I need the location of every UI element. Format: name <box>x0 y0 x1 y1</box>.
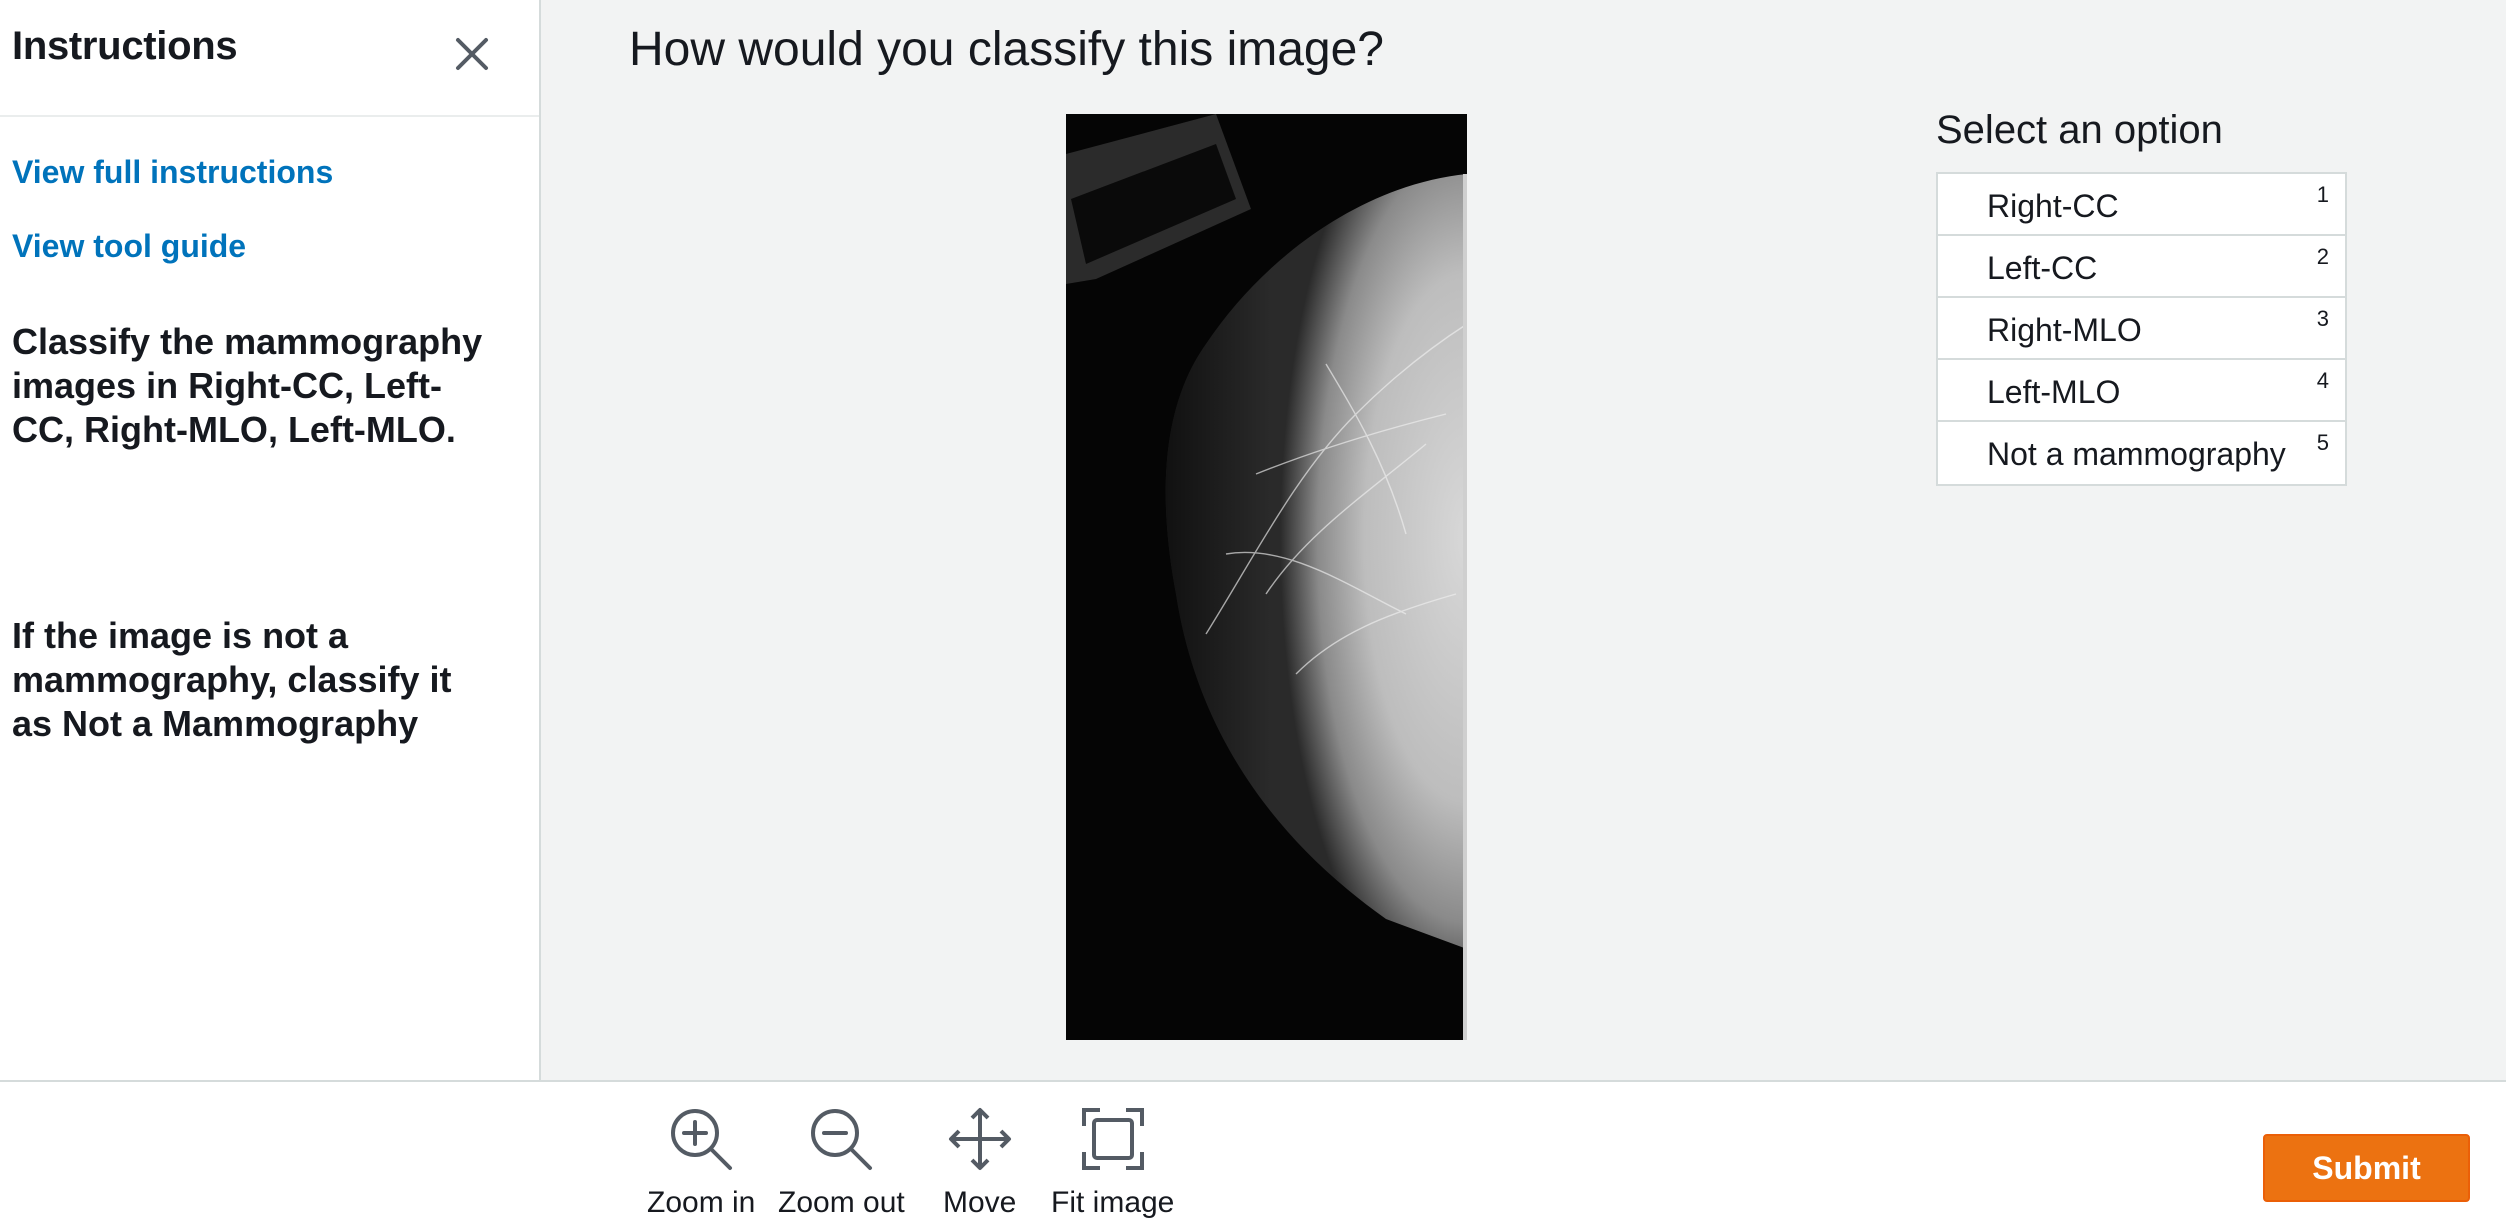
option-right-mlo[interactable]: Right-MLO 3 <box>1938 298 2345 360</box>
fit-image-button[interactable]: Fit image <box>1051 1104 1174 1220</box>
option-label: Right-MLO <box>1987 312 2142 348</box>
option-shortcut: 4 <box>2316 368 2329 393</box>
fit-image-label: Fit image <box>1051 1186 1175 1219</box>
instructions-paragraph: If the image is not a mammography, class… <box>12 615 452 744</box>
move-button[interactable]: Move <box>943 1104 1016 1220</box>
option-shortcut: 2 <box>2316 244 2329 269</box>
option-shortcut: 1 <box>2316 182 2329 207</box>
option-label: Right-CC <box>1987 188 2119 224</box>
option-label: Not a mammography <box>1987 436 2286 472</box>
option-label: Left-MLO <box>1987 374 2121 410</box>
zoom-in-icon <box>671 1109 733 1170</box>
move-label: Move <box>943 1186 1017 1219</box>
move-icon <box>948 1108 1011 1170</box>
option-left-mlo[interactable]: Left-MLO 4 <box>1938 360 2345 422</box>
instructions-paragraph: Classify the mammography images in Right… <box>12 321 483 450</box>
options-title: Select an option <box>1936 108 2223 152</box>
option-right-cc[interactable]: Right-CC 1 <box>1938 174 2345 236</box>
instructions-panel: Instructions View full instructions View… <box>0 0 541 1080</box>
option-shortcut: 3 <box>2316 306 2329 331</box>
question-heading: How would you classify this image? <box>629 23 1384 76</box>
option-shortcut: 5 <box>2316 430 2329 455</box>
option-not-a-mammography[interactable]: Not a mammography 5 <box>1938 422 2345 484</box>
close-button[interactable] <box>448 30 496 78</box>
view-full-instructions-link[interactable]: View full instructions <box>12 154 333 191</box>
option-left-cc[interactable]: Left-CC 2 <box>1938 236 2345 298</box>
close-icon <box>456 38 488 70</box>
fit-image-icon <box>1081 1108 1144 1170</box>
instructions-title: Instructions <box>12 24 238 68</box>
bottom-toolbar: Zoom in Zoom out Move Fit image Submit <box>0 1080 2506 1226</box>
zoom-out-icon <box>811 1109 873 1170</box>
zoom-out-label: Zoom out <box>778 1186 905 1219</box>
view-tool-guide-link[interactable]: View tool guide <box>12 228 246 265</box>
zoom-in-button[interactable]: Zoom in <box>647 1104 755 1220</box>
mammography-image[interactable] <box>1066 114 1467 1040</box>
option-label: Left-CC <box>1987 250 2098 286</box>
zoom-out-button[interactable]: Zoom out <box>778 1104 905 1220</box>
zoom-in-label: Zoom in <box>647 1186 756 1219</box>
instructions-header: Instructions <box>0 0 539 117</box>
mammography-image-render <box>1066 114 1467 1040</box>
submit-button[interactable]: Submit <box>2263 1134 2470 1202</box>
options-list: Right-CC 1 Left-CC 2 Right-MLO 3 Left-ML… <box>1936 172 2347 486</box>
